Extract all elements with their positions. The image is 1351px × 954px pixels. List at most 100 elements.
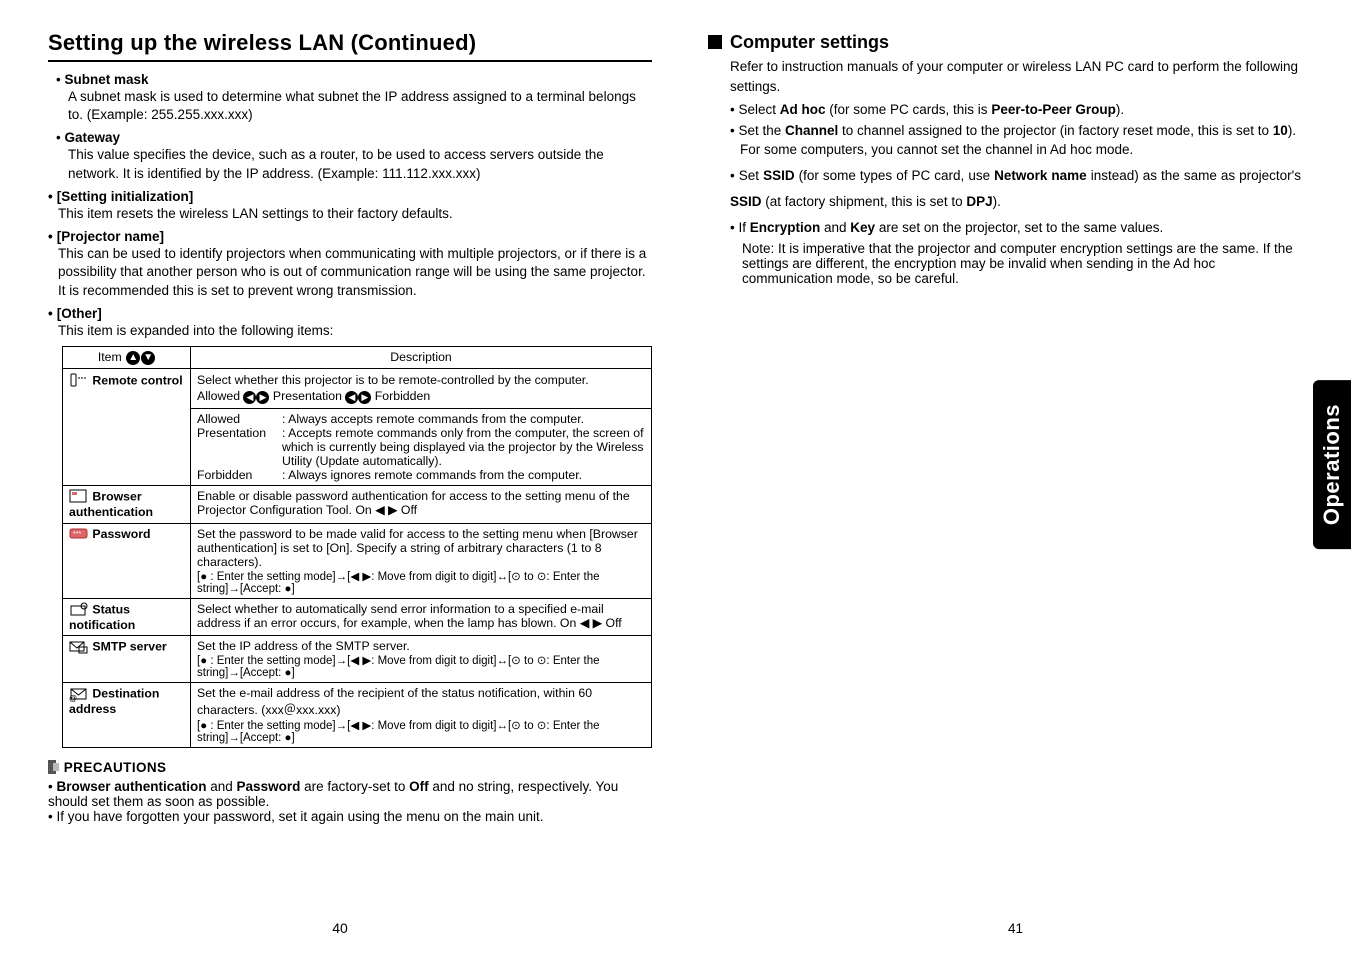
- prec1-b2: Password: [237, 779, 301, 794]
- prec1-b3: Off: [409, 779, 429, 794]
- dest-desc: Set the e-mail address of the recipient …: [191, 683, 652, 748]
- up-down-icon: ▲▼: [125, 350, 155, 364]
- smtp-desc: Set the IP address of the SMTP server. […: [191, 636, 652, 683]
- b1-b2: Peer-to-Peer Group: [991, 102, 1116, 117]
- b3-b4: DPJ: [966, 194, 992, 209]
- remote-icon: [69, 372, 89, 390]
- left-column: Setting up the wireless LAN (Continued) …: [0, 0, 680, 954]
- bullet-encryption: • If Encryption and Key are set on the p…: [730, 220, 1301, 235]
- b4-b2: Key: [850, 220, 875, 235]
- status-notif-cell: Status notification: [63, 598, 191, 636]
- prec1-b1: Browser authentication: [56, 779, 206, 794]
- arrow-left-icon: ◀: [243, 391, 256, 404]
- smtp-steps: [● : Enter the setting mode]→[◀ ▶: Move …: [197, 653, 645, 679]
- gateway-item: • Gateway This value specifies the devic…: [56, 130, 652, 182]
- computer-settings-intro: Refer to instruction manuals of your com…: [730, 57, 1301, 96]
- proj-name-desc: This can be used to identify projectors …: [58, 245, 652, 300]
- right-bullets: • Select Ad hoc (for some PC cards, this…: [730, 102, 1301, 286]
- table-row: Status notification Select whether to au…: [63, 598, 652, 636]
- b3-m2: instead) as the same as projector's: [1087, 168, 1301, 183]
- envelope-icon: @: [69, 686, 89, 702]
- b1-b1: Ad hoc: [780, 102, 826, 117]
- other-item: •[Other] This item is expanded into the …: [48, 306, 652, 340]
- table-row: Remote control Select whether this proje…: [63, 368, 652, 408]
- head-item-text: Item: [98, 350, 122, 364]
- b3-pre: Set: [739, 168, 763, 183]
- remote-desc-cell-2: Allowed: Always accepts remote commands …: [191, 408, 652, 485]
- status-desc: Select whether to automatically send err…: [191, 598, 652, 636]
- svg-text:***: ***: [73, 531, 81, 538]
- b3-m3: (at factory shipment, this is set to: [762, 194, 967, 209]
- operations-tab: Operations: [1313, 380, 1351, 549]
- bullet-ssid: • Set SSID (for some types of PC card, u…: [730, 163, 1301, 214]
- forb-key: Forbidden: [197, 468, 282, 482]
- svg-text:@: @: [69, 694, 77, 702]
- table-header-row: Item ▲▼ Description: [63, 346, 652, 368]
- remote-desc-cell-1: Select whether this projector is to be r…: [191, 368, 652, 408]
- smtp-icon: [69, 639, 89, 655]
- bullet-channel: • Set the Channel to channel assigned to…: [730, 123, 1301, 157]
- pres-val: : Accepts remote commands only from the …: [282, 426, 645, 468]
- square-bullet-icon: [708, 35, 722, 49]
- remote-control-cell: Remote control: [63, 368, 191, 485]
- subnet-desc: A subnet mask is used to determine what …: [68, 88, 652, 124]
- b4-mid: and: [820, 220, 850, 235]
- precautions-heading: PRECAUTIONS: [48, 760, 652, 775]
- password-icon: ***: [69, 527, 89, 541]
- note-text: It is imperative that the projector and …: [742, 241, 1293, 286]
- note-label: Note:: [742, 241, 774, 256]
- computer-settings-heading: Computer settings: [708, 32, 1301, 53]
- password-cell: *** Password: [63, 523, 191, 598]
- b3-b3: SSID: [730, 194, 762, 209]
- gateway-desc: This value specifies the device, such as…: [68, 146, 652, 182]
- dest-cell: @ Destination address: [63, 683, 191, 748]
- precautions-section: PRECAUTIONS • Browser authentication and…: [48, 760, 652, 824]
- table-row: Browser authentication Enable or disable…: [63, 485, 652, 523]
- smtp-label: SMTP server: [92, 640, 166, 654]
- allowed-val: : Always accepts remote commands from th…: [282, 412, 584, 426]
- b2-b1: Channel: [785, 123, 838, 138]
- subnet-mask-item: • Subnet mask A subnet mask is used to d…: [56, 72, 652, 124]
- right-column: Computer settings Refer to instruction m…: [680, 0, 1351, 954]
- b1-pre: Select: [738, 102, 779, 117]
- bullet-adhoc: • Select Ad hoc (for some PC cards, this…: [730, 102, 1301, 117]
- password-desc: Set the password to be made valid for ac…: [191, 523, 652, 598]
- password-steps: [● : Enter the setting mode]→[◀ ▶: Move …: [197, 569, 645, 595]
- channel-note: For some computers, you cannot set the c…: [740, 142, 1301, 157]
- b3-m1: (for some types of PC card, use: [795, 168, 995, 183]
- b4-tail: are set on the projector, set to the sam…: [875, 220, 1163, 235]
- page-number-right: 41: [1008, 921, 1023, 936]
- prec1-m2: are factory-set to: [300, 779, 409, 794]
- other-desc: This item is expanded into the following…: [58, 322, 652, 340]
- b3-b2: Network name: [994, 168, 1087, 183]
- page-number-left: 40: [332, 920, 348, 936]
- table-head-item: Item ▲▼: [63, 346, 191, 368]
- dest-steps: [● : Enter the setting mode]→[◀ ▶: Move …: [197, 718, 645, 744]
- table-head-desc: Description: [191, 346, 652, 368]
- password-label: Password: [92, 527, 150, 541]
- b2-tail: ).: [1288, 123, 1296, 138]
- browser-desc-text: Enable or disable password authenticatio…: [197, 489, 630, 517]
- setting-init-desc: This item resets the wireless LAN settin…: [58, 205, 652, 223]
- page: Setting up the wireless LAN (Continued) …: [0, 0, 1351, 954]
- table-row: @ Destination address Set the e-mail add…: [63, 683, 652, 748]
- other-label: [Other]: [57, 306, 102, 321]
- pres-key: Presentation: [197, 426, 282, 468]
- precaution-2: • If you have forgotten your password, s…: [48, 809, 652, 824]
- b4-pre: If: [738, 220, 749, 235]
- forb-val: : Always ignores remote commands from th…: [282, 468, 582, 482]
- password-desc-text: Set the password to be made valid for ac…: [197, 527, 645, 569]
- b2-b2: 10: [1273, 123, 1288, 138]
- browser-icon: [69, 489, 89, 505]
- remote-desc2: Allowed ◀▶ Presentation ◀▶ Forbidden: [197, 388, 645, 405]
- proj-name-label: [Projector name]: [57, 229, 164, 244]
- setting-init-item: •[Setting initialization] This item rese…: [48, 189, 652, 223]
- precautions-title: PRECAUTIONS: [64, 760, 167, 775]
- table-row: *** Password Set the password to be made…: [63, 523, 652, 598]
- computer-settings-title: Computer settings: [730, 32, 889, 52]
- b3-b1: SSID: [763, 168, 795, 183]
- subnet-label: Subnet mask: [64, 72, 148, 87]
- page-title: Setting up the wireless LAN (Continued): [48, 30, 652, 62]
- projector-name-item: •[Projector name] This can be used to id…: [48, 229, 652, 300]
- prec1-m1: and: [207, 779, 237, 794]
